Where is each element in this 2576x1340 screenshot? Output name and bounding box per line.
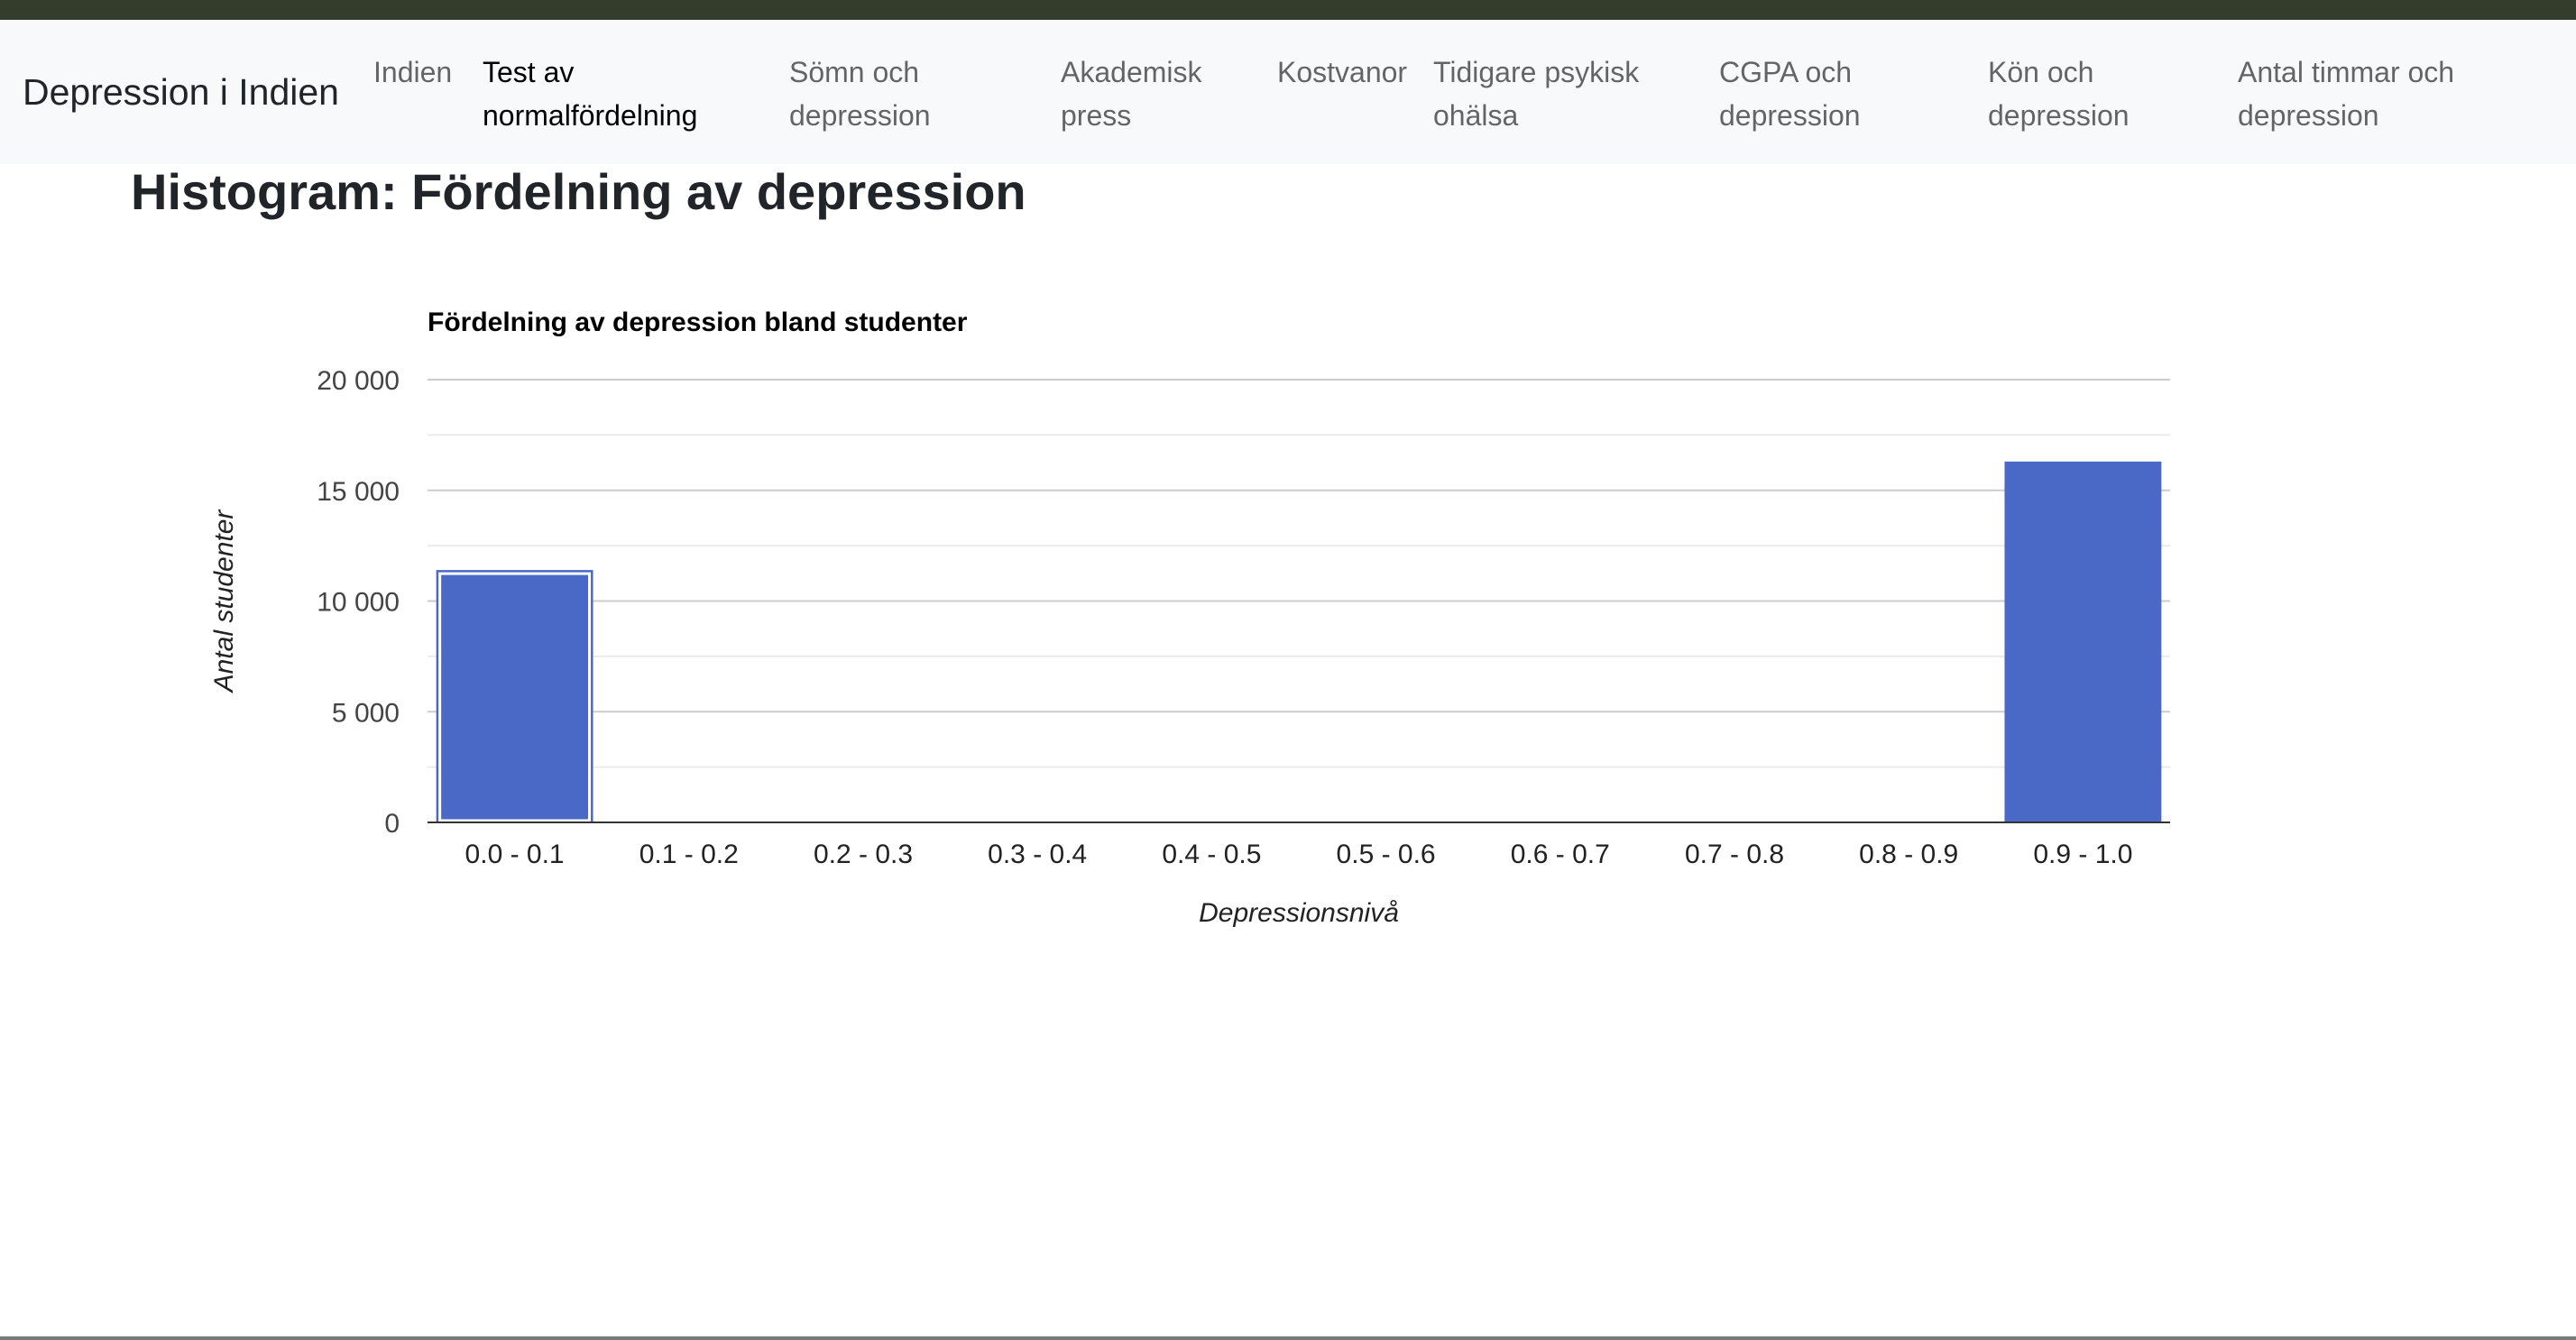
y-tick-label: 0 (384, 809, 400, 839)
nav-item-indien[interactable]: Indien (373, 50, 452, 94)
nav-item-cgpa[interactable]: CGPA och depression (1719, 50, 1900, 137)
nav-item-akademisk-press[interactable]: Akademisk press (1061, 50, 1232, 137)
y-tick-label: 5 000 (332, 698, 400, 728)
y-tick-label: 15 000 (317, 477, 400, 507)
y-tick-label: 20 000 (317, 366, 400, 396)
x-tick-label: 0.7 - 0.8 (1685, 840, 1784, 869)
x-tick-label: 0.9 - 1.0 (2033, 840, 2132, 869)
x-axis-label: Depressionsnivå (1199, 898, 1399, 928)
x-tick-label: 0.3 - 0.4 (988, 840, 1087, 869)
x-tick-label: 0.6 - 0.7 (1511, 840, 1610, 869)
x-tick-label: 0.4 - 0.5 (1162, 840, 1261, 869)
x-tick-label: 0.2 - 0.3 (814, 840, 913, 869)
navbar: Depression i Indien Indien Test av norma… (0, 20, 2576, 164)
nav-item-antal-timmar[interactable]: Antal timmar och depression (2238, 50, 2508, 137)
nav-item-kostvanor[interactable]: Kostvanor (1277, 50, 1407, 94)
histogram-bar (436, 570, 593, 822)
top-color-strip (0, 0, 2576, 20)
x-tick-label: 0.5 - 0.6 (1337, 840, 1436, 869)
navbar-brand[interactable]: Depression i Indien (23, 20, 339, 164)
y-tick-label: 10 000 (317, 588, 400, 618)
page-title: Histogram: Fördelning av depression (131, 163, 1026, 220)
histogram-bar (2004, 461, 2162, 822)
x-tick-label: 0.1 - 0.2 (639, 840, 739, 869)
x-tick-label: 0.0 - 0.1 (465, 840, 565, 869)
nav-item-normalfordelning[interactable]: Test av normalfördelning (483, 50, 726, 137)
histogram-chart: Fördelning av depression bland studenter… (209, 307, 2170, 928)
nav-item-somn[interactable]: Sömn och depression (789, 50, 970, 137)
nav-item-kon[interactable]: Kön och depression (1988, 50, 2168, 137)
y-axis-label: Antal studenter (209, 509, 239, 694)
window-bottom-border (0, 1336, 2576, 1340)
chart-title: Fördelning av depression bland studenter (428, 307, 968, 337)
x-tick-label: 0.8 - 0.9 (1859, 840, 1958, 869)
nav-item-psykisk-ohalsa[interactable]: Tidigare psykisk ohälsa (1433, 50, 1681, 137)
